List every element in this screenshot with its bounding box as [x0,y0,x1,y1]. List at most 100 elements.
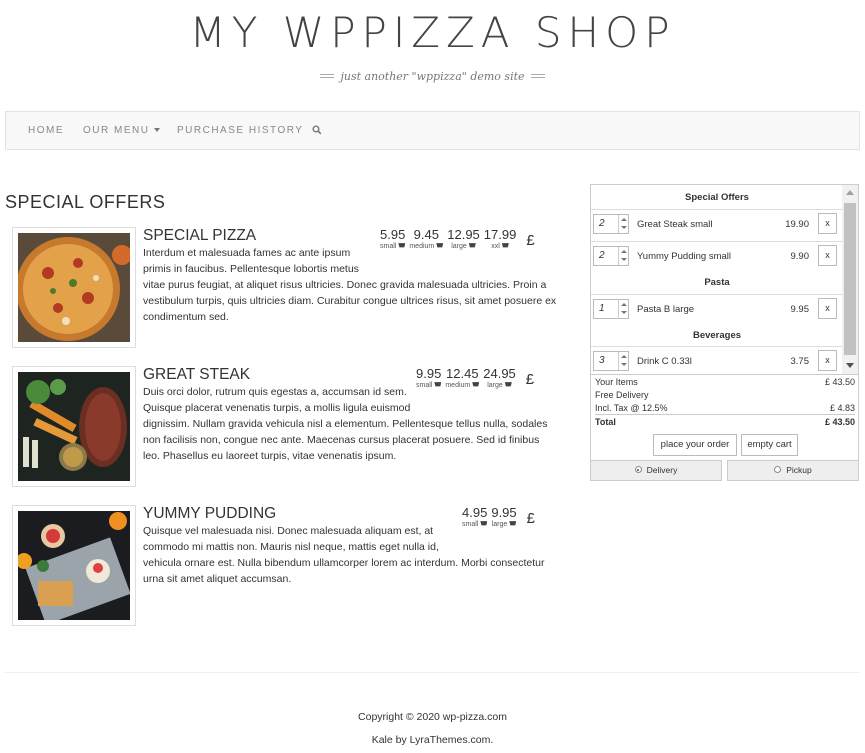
nav-item-purchase-history[interactable]: PURCHASE HISTORY [177,125,303,136]
cart-item-price: 19.90 [785,219,809,230]
quantity-stepper[interactable]: 1 [593,299,629,319]
quantity-stepper[interactable]: 2 [593,246,629,266]
cart-items-panel: Special Offers 2 Great Steak small 19.90… [590,184,859,375]
description-line: condimentum sed. [143,311,229,323]
cart-scrollbar[interactable] [842,185,858,374]
cart-item-name: Yummy Pudding small [637,251,731,262]
item-description: Quisque vel malesuada nisi. Donec malesu… [143,523,561,587]
nav-item-our-menu[interactable]: OUR MENU [83,125,161,136]
price-size: medium [409,243,444,250]
price-amount: 24.95 [483,366,516,381]
price-option[interactable]: 12.95 large [447,227,480,250]
summary-label: Total [595,417,616,427]
price-list: 9.95 small 12.45 medium 24.95 large £ [416,366,534,389]
tab-label: Pickup [786,465,812,475]
description-line: leo. Phasellus eu laoreet turpis, vitae … [143,450,397,462]
item-description: Interdum et malesuada fames ac ante ipsu… [143,245,561,325]
price-size: medium [445,382,480,389]
cart-item-price: 3.75 [790,356,810,367]
quantity-stepper[interactable]: 2 [593,214,629,234]
price-amount: 9.45 [413,227,439,242]
summary-value: £ 43.50 [824,377,855,387]
price-option[interactable]: 12.45 medium [445,366,480,389]
summary-value: £ 4.83 [829,403,855,413]
size-label: large [487,382,503,389]
item-image-pizza [12,227,136,348]
currency-symbol: £ [526,510,535,527]
spinner-arrows-icon[interactable] [618,352,628,370]
menu-item: GREAT STEAK Duis orci dolor, rutrum quis… [12,366,562,491]
quantity-value: 2 [599,218,605,229]
price-option[interactable]: 4.95 small [462,505,488,528]
summary-delivery-row: Free Delivery [595,390,855,400]
quantity-stepper[interactable]: 3 [593,351,629,371]
site-title[interactable]: MY WPPIZZA SHOP [0,8,865,57]
description-line: primis in faucibus. Pellentesque loborti… [143,263,359,275]
size-label: medium [409,243,435,250]
order-type-tabs: Delivery Pickup [590,460,859,481]
item-title: GREAT STEAK [143,366,251,383]
description-line: dignissim. Nullam gravida vehicula nisl … [143,418,548,430]
currency-symbol: £ [525,371,535,388]
summary-value: £ 43.50 [824,417,855,427]
spinner-arrows-icon[interactable] [618,300,628,318]
cart-item-price: 9.95 [790,304,810,315]
price-option[interactable]: 24.95 large [483,366,516,389]
size-label: small [462,521,479,528]
cart-row: 2 Yummy Pudding small 9.90 x [591,241,843,271]
price-option[interactable]: 9.95 small [416,366,442,389]
price-list: 5.95 small 9.45 medium 12.95 large 17.99 xxl… [380,227,535,250]
item-title: SPECIAL PIZZA [143,227,257,244]
price-list: 4.95 small 9.95 large £ [462,505,535,528]
price-option[interactable]: 9.95 large [491,505,516,528]
price-amount: 12.95 [447,227,480,242]
cart-item-name: Great Steak small [637,219,713,230]
scroll-up-icon[interactable] [846,190,854,195]
cart-item-name: Pasta B large [637,304,695,315]
search-icon[interactable] [312,125,322,135]
remove-item-button[interactable]: x [818,213,837,234]
menu-item: SPECIAL PIZZA Interdum et malesuada fame… [12,227,562,352]
scrollbar-thumb[interactable] [844,203,856,355]
cart-icon [468,243,476,248]
cart-icon [501,243,509,248]
cart-icon [434,382,442,387]
remove-item-button[interactable]: x [818,298,837,319]
tab-label: Delivery [646,465,678,475]
tagline-decoration [530,73,545,78]
tagline: just another "wppizza" demo site [0,67,865,85]
price-amount: 17.99 [483,227,517,242]
place-order-button[interactable]: place your order [653,434,737,456]
price-option[interactable]: 9.45 medium [409,227,444,250]
cart-item-name: Drink C 0.33l [637,356,692,367]
empty-cart-button[interactable]: empty cart [741,434,798,456]
cart-group-heading: Special Offers [685,192,749,203]
quantity-value: 1 [599,303,605,314]
spinner-arrows-icon[interactable] [618,247,628,265]
size-label: medium [445,382,471,389]
radio-selected-icon[interactable] [634,466,642,474]
nav-item-home[interactable]: HOME [28,125,64,136]
cart-group-heading: Pasta [704,277,730,288]
cart-row: 1 Pasta B large 9.95 x [591,294,843,324]
tab-pickup[interactable]: Pickup [727,460,859,481]
tab-delivery[interactable]: Delivery [590,460,722,481]
spinner-arrows-icon[interactable] [618,215,628,233]
summary-label: Free Delivery [595,390,649,400]
cart-icon [436,243,444,248]
footer-credit-link[interactable]: Kale by LyraThemes.com. [0,734,865,746]
cart-icon [509,521,517,526]
nav-item-label: OUR MENU [83,125,150,136]
scroll-down-icon[interactable] [846,363,854,368]
remove-item-button[interactable]: x [818,245,837,266]
price-size: large [492,521,517,528]
price-size: xxl [491,243,509,250]
item-title: YUMMY PUDDING [143,505,277,522]
price-option[interactable]: 5.95 small [380,227,406,250]
price-size: small [416,382,442,389]
cart-icon [480,521,488,526]
chevron-down-icon [154,128,161,133]
radio-unselected-icon[interactable] [774,466,782,474]
price-option[interactable]: 17.99 xxl [484,227,517,250]
remove-item-button[interactable]: x [818,350,837,371]
